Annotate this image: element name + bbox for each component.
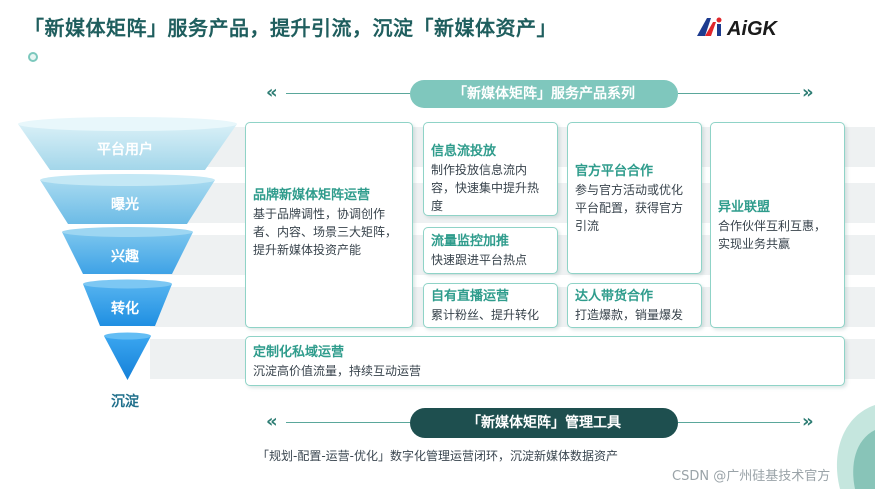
- top-banner: 「新媒体矩阵」服务产品系列: [410, 80, 678, 108]
- card-title: 信息流投放: [431, 144, 497, 159]
- card-title: 达人带货合作: [575, 289, 654, 304]
- card-title: 定制化私域运营: [253, 345, 345, 360]
- company-logo: AiGK: [697, 17, 779, 38]
- page-title: 「新媒体矩阵」服务产品，提升引流，沉淀「新媒体资产」: [24, 16, 557, 40]
- card-desc: 沉淀高价值流量，持续互动运营: [253, 364, 422, 378]
- card-desc: 合作伙伴互利互惠，实现业务共赢: [718, 219, 827, 251]
- bottom-banner: 「新媒体矩阵」管理工具: [410, 408, 678, 438]
- bottom-description: 「规划-配置-运营-优化」数字化管理运营闭环，沉淀新媒体数据资产: [257, 449, 618, 463]
- watermark: CSDN @广州硅基技术官方: [672, 469, 831, 484]
- banner-line: [678, 422, 800, 423]
- card-desc: 参与官方活动或优化平台配置，获得官方引流: [575, 183, 684, 233]
- card-desc: 打造爆款，销量爆发: [575, 308, 684, 322]
- banner-line: [286, 422, 410, 423]
- card-private-domain: 定制化私域运营 沉淀高价值流量，持续互动运营: [245, 336, 845, 386]
- card-desc: 累计粉丝、提升转化: [431, 308, 540, 322]
- card-title: 自有直播运营: [431, 289, 510, 304]
- chevron-right-icon: »: [802, 411, 814, 432]
- funnel-label-retention: 沉淀: [111, 394, 139, 410]
- card-title: 流量监控加推: [431, 234, 510, 249]
- card-live-streaming: 自有直播运营 累计粉丝、提升转化: [423, 283, 558, 328]
- chevron-left-icon: «: [266, 411, 278, 432]
- card-influencer: 达人带货合作 打造爆款，销量爆发: [567, 283, 702, 328]
- funnel-label-exposure: 曝光: [111, 197, 139, 213]
- card-title: 官方平台合作: [575, 164, 654, 179]
- funnel-label-interest: 兴趣: [111, 249, 139, 265]
- funnel-label-conversion: 转化: [111, 301, 139, 317]
- card-traffic-monitor: 流量监控加推 快速跟进平台热点: [423, 227, 558, 274]
- chevron-right-icon: »: [802, 82, 814, 103]
- logo-text: AiGK: [726, 18, 779, 38]
- chevron-left-icon: «: [266, 82, 278, 103]
- card-official-platform: 官方平台合作 参与官方活动或优化平台配置，获得官方引流: [567, 122, 702, 274]
- banner-line: [286, 93, 410, 94]
- funnel-label-users: 平台用户: [97, 142, 153, 158]
- funnel-layer-5: [104, 336, 151, 380]
- card-feed-ads: 信息流投放 制作投放信息流内容，快速集中提升热度: [423, 122, 558, 216]
- card-brand-matrix: 品牌新媒体矩阵运营 基于品牌调性，协调创作者、内容、场景三大矩阵，提升新媒体投资…: [245, 122, 413, 328]
- card-title: 异业联盟: [718, 200, 771, 215]
- card-desc: 基于品牌调性，协调创作者、内容、场景三大矩阵，提升新媒体投资产能: [253, 207, 398, 257]
- card-title: 品牌新媒体矩阵运营: [253, 188, 371, 203]
- card-desc: 快速跟进平台热点: [431, 253, 528, 267]
- card-alliance: 异业联盟 合作伙伴互利互惠，实现业务共赢: [710, 122, 845, 328]
- banner-line: [678, 93, 800, 94]
- title-dot-icon: [28, 52, 38, 62]
- card-desc: 制作投放信息流内容，快速集中提升热度: [431, 163, 540, 213]
